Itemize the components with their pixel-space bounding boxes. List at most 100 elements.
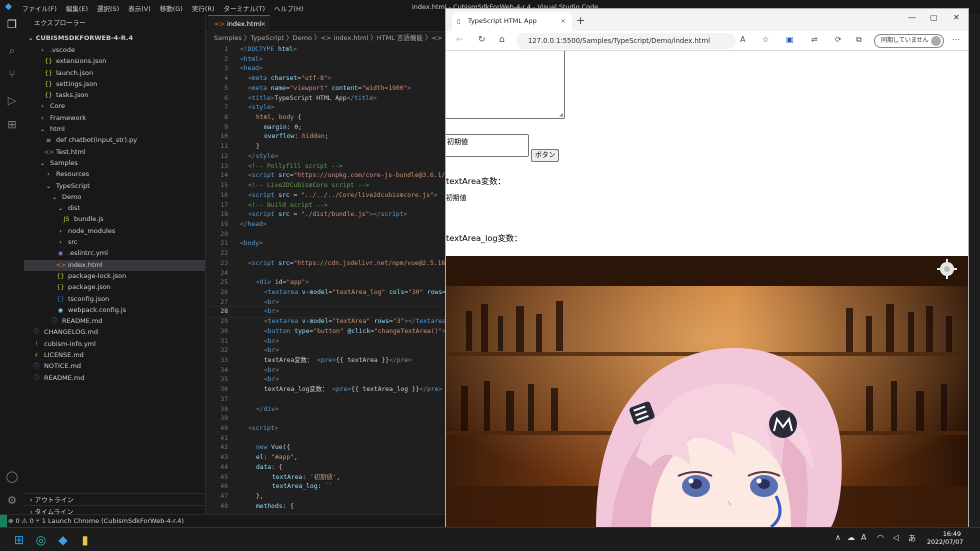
input-textarea[interactable]: 初期値 bbox=[446, 134, 529, 157]
files-icon[interactable]: ❐ bbox=[5, 18, 19, 32]
file-tree-item[interactable]: › Framework bbox=[24, 113, 205, 124]
extension-icon[interactable]: ▣ bbox=[786, 35, 794, 44]
file-explorer-icon[interactable]: ▮ bbox=[76, 531, 94, 549]
search-icon[interactable]: ⌕ bbox=[5, 44, 19, 58]
code-line[interactable]: 9 margin: 0; bbox=[206, 123, 445, 133]
account-icon[interactable]: ◯ bbox=[5, 470, 19, 484]
code-line[interactable]: 2 <html> bbox=[206, 55, 445, 65]
code-line[interactable]: 36 textArea_log変数： <pre>{{ textArea_log }… bbox=[206, 385, 445, 395]
file-tree-item[interactable]: {} extensions.json bbox=[24, 56, 205, 67]
code-line[interactable]: 46 textArea_log: `` bbox=[206, 482, 445, 492]
back-icon[interactable]: ← bbox=[456, 35, 464, 45]
menu-item[interactable]: 表示(V) bbox=[128, 3, 151, 13]
code-line[interactable]: 15 <!-- Live2DCubismCore script --> bbox=[206, 181, 445, 191]
file-tree-item[interactable]: ≡ def chatbot(input_str).py bbox=[24, 135, 205, 146]
extension-2-icon[interactable]: ⇌ bbox=[811, 35, 818, 44]
log-textarea[interactable]: ◢ bbox=[446, 51, 565, 119]
file-tree-item[interactable]: {} settings.json bbox=[24, 79, 205, 90]
cloud-icon[interactable]: ☁ bbox=[847, 533, 855, 542]
code-line[interactable]: 22 bbox=[206, 249, 445, 259]
close-tab-icon[interactable]: × bbox=[561, 12, 566, 31]
file-tree-item[interactable]: ⌄ html bbox=[24, 124, 205, 135]
resize-handle-icon[interactable]: ◢ bbox=[559, 112, 563, 118]
code-line[interactable]: 42 new Vue({ bbox=[206, 443, 445, 453]
run-debug-icon[interactable]: ▷ bbox=[5, 94, 19, 108]
browser-tab[interactable]: ▯ TypeScript HTML App × bbox=[452, 12, 572, 31]
code-line[interactable]: 24 bbox=[206, 269, 445, 279]
file-tree-item[interactable]: ⓘ NOTICE.md bbox=[24, 361, 205, 372]
refresh-icon[interactable]: ↻ bbox=[478, 35, 486, 45]
more-menu-icon[interactable]: ⋯ bbox=[952, 35, 960, 44]
explorer-root-folder[interactable]: ⌄ CUBISMSDKFORWEB-4-R.4 bbox=[24, 32, 205, 45]
file-tree-item[interactable]: › src bbox=[24, 237, 205, 248]
file-tree-item[interactable]: {} tsconfig.json bbox=[24, 294, 205, 305]
edge-browser-icon[interactable]: ◎ bbox=[32, 531, 50, 549]
menu-item[interactable]: 実行(R) bbox=[192, 3, 215, 13]
code-line[interactable]: 30 <button type="button" @click="changeTe… bbox=[206, 327, 445, 337]
new-tab-icon[interactable]: + bbox=[576, 14, 585, 27]
close-tab-icon[interactable]: × bbox=[261, 16, 266, 32]
home-icon[interactable]: ⌂ bbox=[499, 35, 505, 45]
code-line[interactable]: 14 <script src="https://unpkg.com/core-js… bbox=[206, 171, 445, 181]
windows-start-icon[interactable]: ⊞ bbox=[10, 531, 28, 549]
file-tree-item[interactable]: {} package-lock.json bbox=[24, 271, 205, 282]
file-tree-item[interactable]: › Resources bbox=[24, 169, 205, 180]
file-tree-item[interactable]: ⓘ README.md bbox=[24, 373, 205, 384]
system-clock[interactable]: 16:49 2022/07/07 bbox=[927, 531, 963, 547]
vscode-taskbar-icon[interactable]: ◆ bbox=[54, 531, 72, 549]
code-line[interactable]: 19 </head> bbox=[206, 220, 445, 230]
code-line[interactable]: 12 </style> bbox=[206, 152, 445, 162]
file-tree-item[interactable]: ◉ webpack.config.js bbox=[24, 305, 205, 316]
code-line[interactable]: 47}, bbox=[206, 492, 445, 502]
file-tree-item[interactable]: ⌄ dist bbox=[24, 203, 205, 214]
file-tree-item[interactable]: ! cubism-info.yml bbox=[24, 339, 205, 350]
maximize-icon[interactable]: ▢ bbox=[930, 13, 938, 22]
outline-section[interactable]: › アウトライン bbox=[24, 493, 206, 505]
code-line[interactable]: 33 textArea変数： <pre>{{ textArea }}</pre> bbox=[206, 356, 445, 366]
code-line[interactable]: 21 <body> bbox=[206, 239, 445, 249]
code-line[interactable]: 37 bbox=[206, 395, 445, 405]
file-tree-item[interactable]: JS bundle.js bbox=[24, 214, 205, 225]
status-text[interactable]: ⊗ 0 ⚠ 0 ⑂ 1 Launch Chrome (CubismSdkForW… bbox=[8, 515, 184, 527]
code-line[interactable]: 28 <br> bbox=[206, 306, 445, 319]
file-tree-item[interactable]: <> Test.html bbox=[24, 147, 205, 158]
window-close-icon[interactable]: ✕ bbox=[953, 13, 960, 22]
menu-item[interactable]: ヘルプ(H) bbox=[274, 3, 303, 13]
code-line[interactable]: 3 <head> bbox=[206, 64, 445, 74]
code-line[interactable]: 13 <!-- Pollyfill script --> bbox=[206, 162, 445, 172]
code-line[interactable]: 45 textArea: '初期値', bbox=[206, 473, 445, 483]
code-line[interactable]: 35 <br> bbox=[206, 375, 445, 385]
file-tree-item[interactable]: ⌄ Demo bbox=[24, 192, 205, 203]
input-language[interactable]: あ bbox=[908, 533, 916, 544]
remote-indicator[interactable] bbox=[0, 515, 7, 527]
menu-item[interactable]: 編集(E) bbox=[66, 3, 88, 13]
code-line[interactable]: 11} bbox=[206, 142, 445, 152]
settings-gear-icon[interactable] bbox=[937, 259, 957, 279]
code-line[interactable]: 40 <script> bbox=[206, 424, 445, 434]
url-text[interactable]: 127.0.0.1:5500/Samples/TypeScript/Demo/i… bbox=[520, 34, 720, 48]
file-tree-item[interactable]: ⌄ Samples bbox=[24, 158, 205, 169]
code-lines[interactable]: 1 <!DOCTYPE html> 2 <html> 3 <head> 4 <meta cha… bbox=[206, 45, 445, 512]
code-line[interactable]: 43 el: "#app", bbox=[206, 453, 445, 463]
file-tree-item[interactable]: › Core bbox=[24, 101, 205, 112]
tab-index-html[interactable]: <> index.html × bbox=[208, 15, 270, 32]
volume-icon[interactable]: ◁ bbox=[893, 533, 899, 542]
file-tree-item[interactable]: ⓘ README.md bbox=[24, 316, 205, 327]
ime-mode[interactable]: A bbox=[861, 533, 866, 542]
file-tree-item[interactable]: <> index.html bbox=[24, 259, 205, 271]
code-line[interactable]: 7 <style> bbox=[206, 103, 445, 113]
show-hidden-icons[interactable]: ∧ bbox=[835, 533, 841, 542]
file-tree-item[interactable]: ⌄ TypeScript bbox=[24, 181, 205, 192]
code-line[interactable]: 29 <textarea v-model="textArea" rows="3">… bbox=[206, 317, 445, 327]
code-line[interactable]: 17 <!-- Build script --> bbox=[206, 201, 445, 211]
extensions-icon[interactable]: ⊞ bbox=[5, 118, 19, 132]
code-line[interactable]: 38 </div> bbox=[206, 405, 445, 415]
menu-item[interactable]: ファイル(F) bbox=[22, 3, 57, 13]
sync-status-button[interactable]: 同期していません bbox=[874, 34, 944, 48]
file-tree-item[interactable]: › node_modules bbox=[24, 226, 205, 237]
source-control-icon[interactable]: ⑂ bbox=[5, 68, 19, 82]
code-line[interactable]: 32 <br> bbox=[206, 346, 445, 356]
code-line[interactable]: 6 <title>TypeScript HTML App</title> bbox=[206, 94, 445, 104]
code-line[interactable]: 20 bbox=[206, 230, 445, 240]
code-line[interactable]: 44 data: { bbox=[206, 463, 445, 473]
